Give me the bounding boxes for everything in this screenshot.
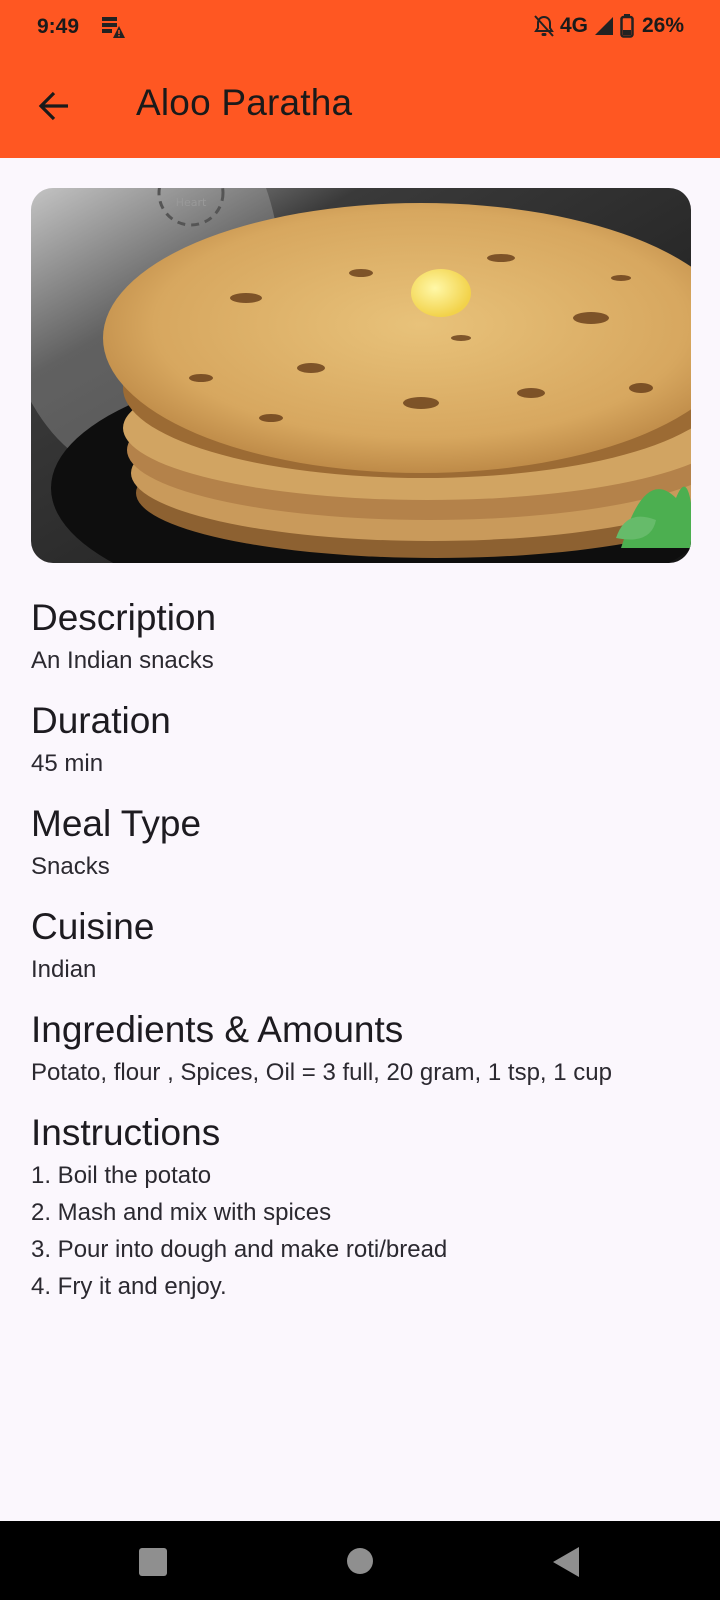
- duration-value: 45 min: [31, 750, 104, 777]
- home-circle-icon[interactable]: [346, 1547, 374, 1575]
- description-value: An Indian snacks: [31, 647, 214, 674]
- duration-section: Duration 45 min: [31, 697, 701, 782]
- status-time: 9:49: [37, 15, 80, 38]
- instruction-step: 4. Fry it and enjoy.: [31, 1273, 227, 1300]
- app-bar: 9:49 4G 26% Aloo Paratha: [0, 0, 720, 158]
- ingredients-value: Potato, flour , Spices, Oil = 3 full, 20…: [31, 1059, 612, 1086]
- paratha-illustration: Heart: [31, 188, 691, 563]
- duration-heading: Duration: [31, 700, 171, 741]
- signal-icon: [594, 17, 613, 35]
- meal-type-value: Snacks: [31, 853, 110, 880]
- instruction-step: 2. Mash and mix with spices: [31, 1199, 332, 1226]
- status-icons: 4G 26%: [528, 14, 684, 38]
- battery-icon: [620, 14, 634, 38]
- data-saver-icon: [102, 17, 125, 38]
- meal-type-heading: Meal Type: [31, 803, 202, 844]
- instructions-heading: Instructions: [31, 1112, 221, 1153]
- back-triangle-icon[interactable]: [552, 1547, 580, 1577]
- ingredients-section: Ingredients & Amounts Potato, flour , Sp…: [31, 1006, 701, 1091]
- toolbar: Aloo Paratha: [0, 56, 720, 158]
- instruction-step: 3. Pour into dough and make roti/bread: [31, 1236, 448, 1263]
- cuisine-section: Cuisine Indian: [31, 903, 701, 988]
- cuisine-value: Indian: [31, 956, 97, 983]
- back-button[interactable]: [26, 78, 82, 134]
- bell-off-icon: [534, 15, 554, 37]
- instruction-step: 1. Boil the potato: [31, 1162, 212, 1189]
- watermark-text: Heart: [176, 196, 207, 209]
- description-heading: Description: [31, 597, 217, 638]
- page-title: Aloo Paratha: [136, 82, 353, 123]
- cuisine-heading: Cuisine: [31, 906, 155, 947]
- description-section: Description An Indian snacks: [31, 594, 701, 679]
- battery-percent: 26%: [641, 14, 684, 37]
- ingredients-heading: Ingredients & Amounts: [31, 1009, 404, 1050]
- network-type: 4G: [559, 14, 588, 37]
- recipe-image: Heart: [31, 188, 691, 563]
- meal-type-section: Meal Type Snacks: [31, 800, 701, 885]
- recents-square-icon[interactable]: [138, 1547, 168, 1577]
- status-bar: 9:49 4G 26%: [0, 0, 720, 56]
- instructions-section: Instructions 1. Boil the potato 2. Mash …: [31, 1109, 701, 1305]
- arrow-left-icon: [38, 91, 68, 121]
- system-nav-bar: [0, 1521, 720, 1600]
- recipe-details: Description An Indian snacks Duration 45…: [31, 594, 701, 1323]
